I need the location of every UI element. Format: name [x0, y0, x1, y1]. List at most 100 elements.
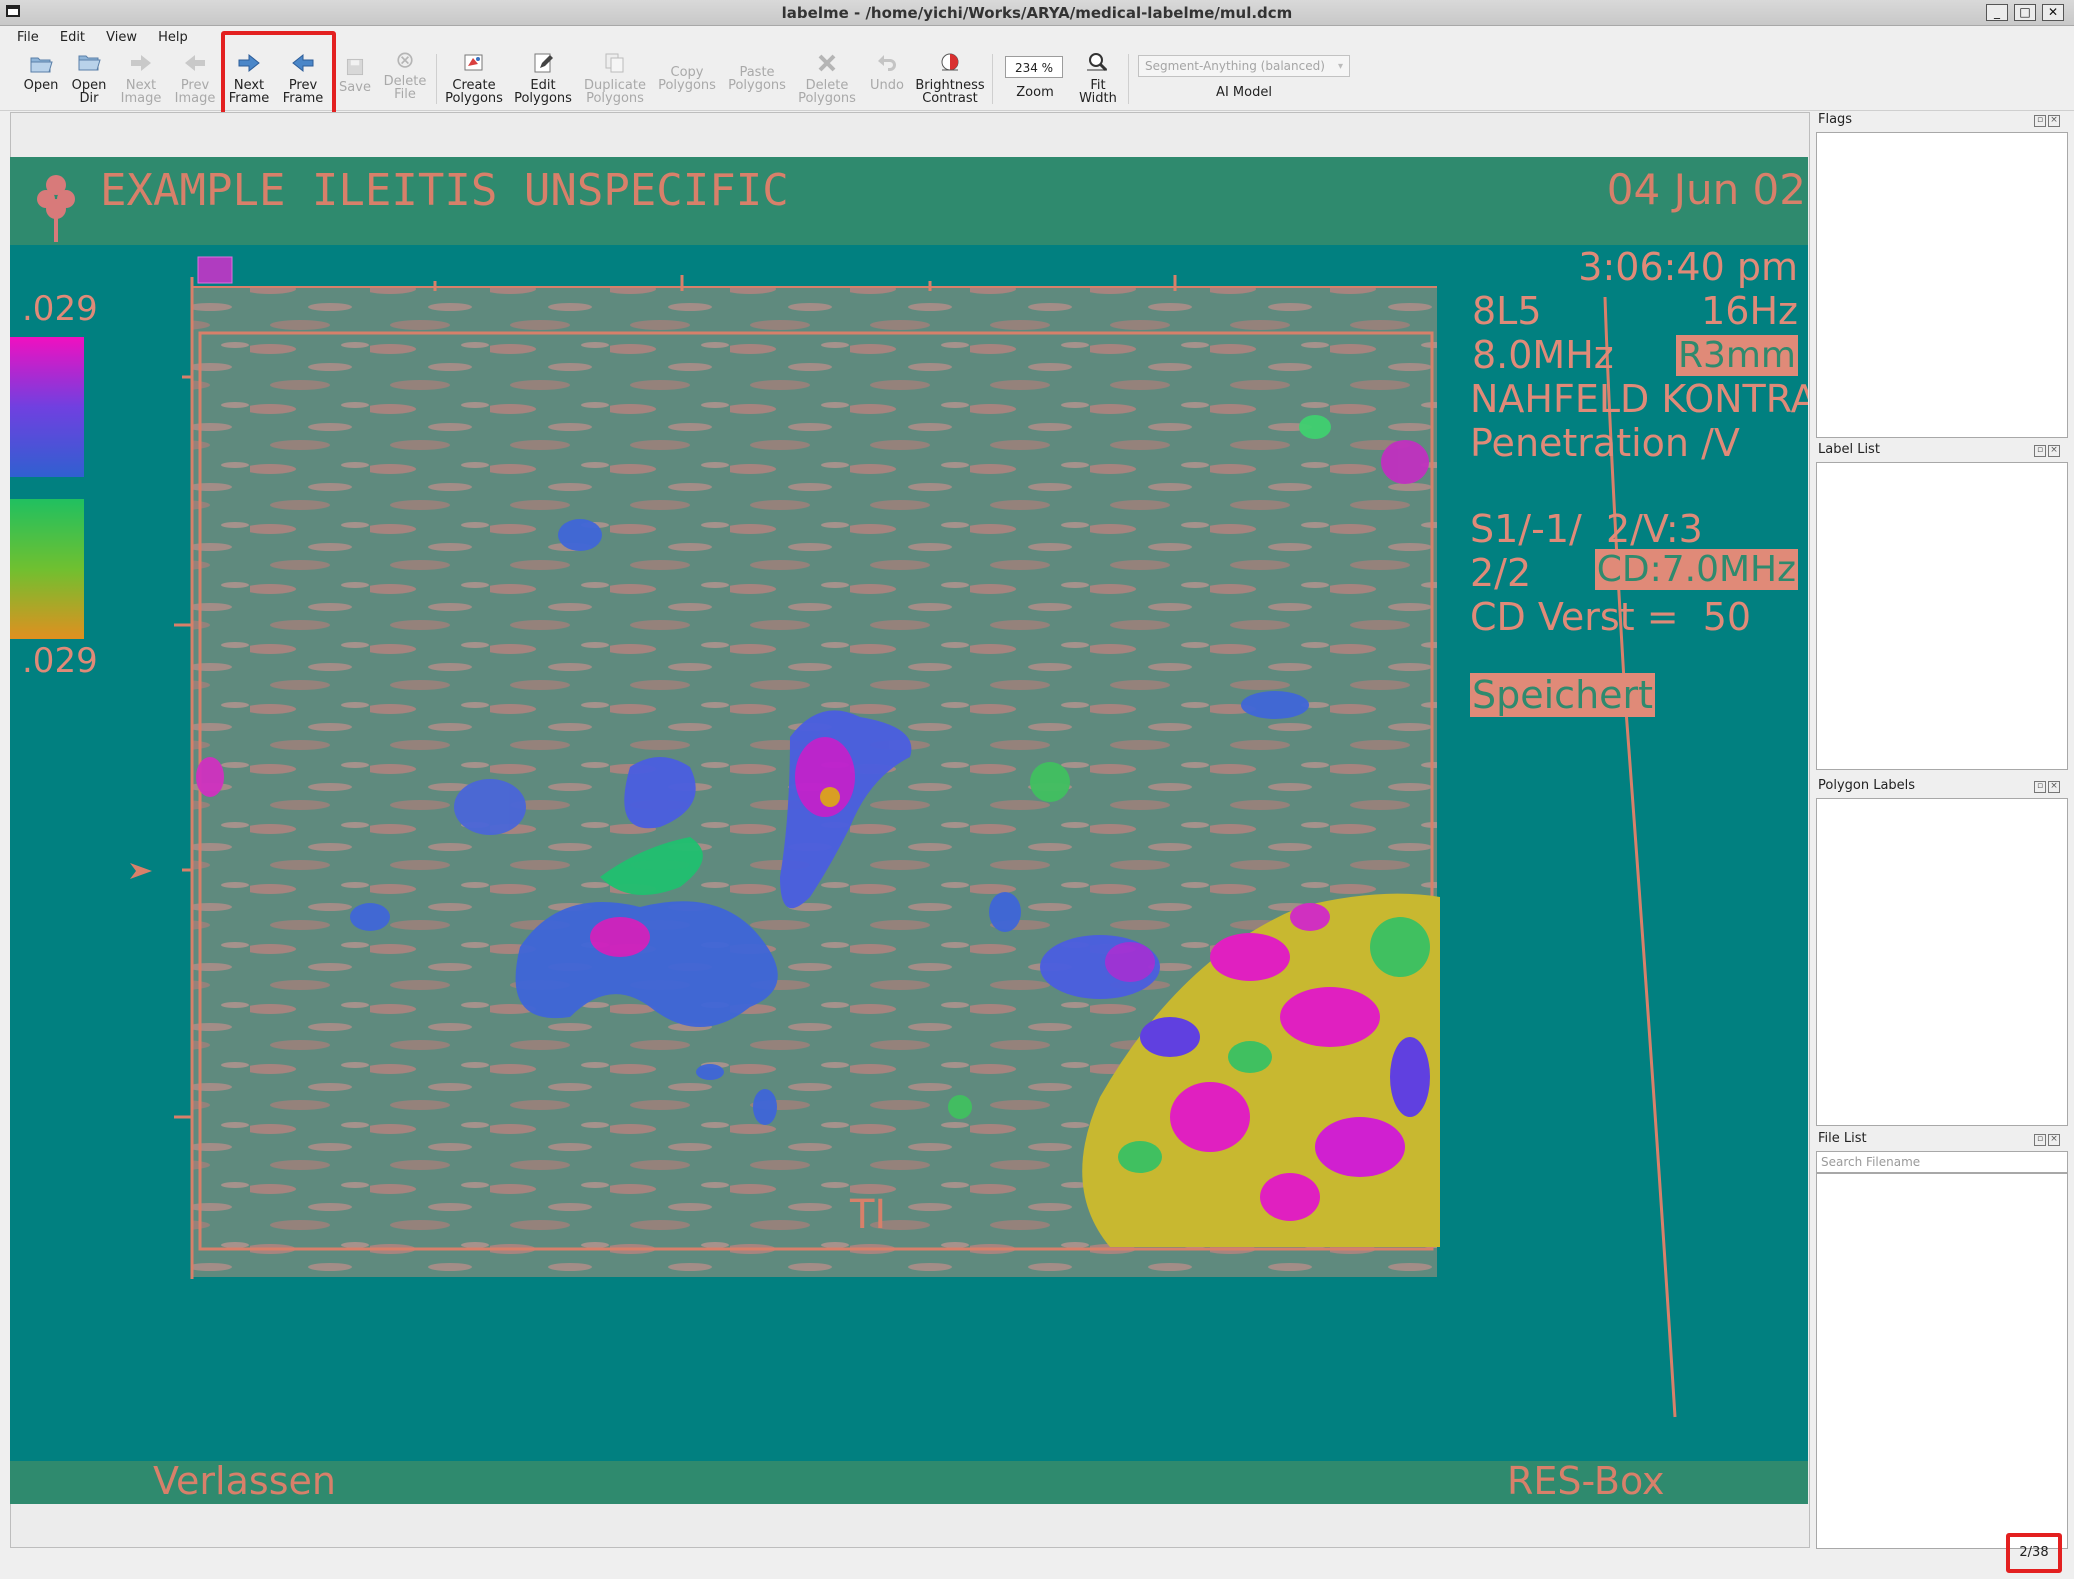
next-image-button[interactable]: Next Image — [118, 48, 164, 110]
delete-x-icon — [818, 54, 836, 72]
minimize-button[interactable]: _ — [1986, 4, 2008, 21]
contrast-label: Contrast — [922, 91, 978, 106]
exam-title: EXAMPLE ILEITIS UNSPECIFIC — [100, 165, 789, 216]
float-icon[interactable]: ▫ — [2034, 1134, 2046, 1146]
exit-label: Verlassen — [153, 1459, 336, 1503]
open-button[interactable]: Open — [18, 48, 64, 110]
close-button[interactable]: ✕ — [2042, 4, 2064, 21]
undo-label: Undo — [870, 78, 904, 93]
create-polygon-icon — [464, 54, 483, 71]
fraction-value: 2/2 — [1470, 551, 1532, 595]
delete-polygons-button[interactable]: Delete Polygons — [796, 48, 858, 110]
close-icon[interactable]: × — [2048, 445, 2060, 457]
save-label: Save — [339, 80, 371, 95]
edit-polygons-label-2: Polygons — [514, 91, 572, 106]
status-bar — [0, 1550, 2074, 1579]
dicom-image[interactable]: EXAMPLE ILEITIS UNSPECIFIC 04 Jun 02 3:0… — [10, 157, 1808, 1504]
float-icon[interactable]: ▫ — [2034, 115, 2046, 127]
open-label: Open — [23, 78, 59, 93]
frame-buttons-highlight — [221, 31, 336, 117]
window-title: labelme - /home/yichi/Works/ARYA/medical… — [781, 4, 1293, 22]
maximize-button[interactable]: □ — [2014, 4, 2036, 21]
polygon-labels-title: Polygon Labels — [1818, 778, 1916, 793]
save-button[interactable]: Save — [336, 48, 374, 110]
paste-polygons-label-2: Polygons — [728, 78, 786, 93]
menu-edit[interactable]: Edit — [60, 30, 85, 45]
undo-icon — [878, 55, 896, 71]
fit-width-button[interactable]: Fit Width — [1074, 48, 1122, 110]
edit-polygons-button[interactable]: Edit Polygons — [514, 48, 572, 110]
close-icon[interactable]: × — [2048, 115, 2060, 127]
search-filename-input[interactable]: Search Filename — [1816, 1151, 2068, 1173]
ai-model-value: Segment-Anything (balanced) — [1145, 59, 1325, 73]
save-icon — [346, 58, 364, 76]
delete-polygons-label-2: Polygons — [798, 91, 856, 106]
toolbar-separator — [1128, 54, 1129, 104]
saved-badge: Speichert — [1470, 673, 1656, 717]
polygon-labels-list[interactable] — [1816, 798, 2068, 1126]
exam-date: 04 Jun 02 — [1606, 165, 1806, 214]
mode-penetration: Penetration /V — [1470, 421, 1740, 465]
chevron-down-icon: ▾ — [1337, 61, 1343, 72]
ti-marker: TI — [850, 1192, 887, 1238]
float-icon[interactable]: ▫ — [2034, 445, 2046, 457]
fit-width-label-2: Width — [1079, 91, 1117, 106]
brightness-contrast-button[interactable]: Brightness Contrast — [914, 48, 986, 110]
arrow-left-icon — [185, 55, 205, 71]
flags-title: Flags — [1818, 112, 1853, 127]
menu-view[interactable]: View — [106, 30, 137, 45]
copy-polygons-label-2: Polygons — [658, 78, 716, 93]
dock-controls: ▫ × — [2032, 1133, 2060, 1146]
close-icon[interactable]: × — [2048, 781, 2060, 793]
create-polygons-label-2: Polygons — [445, 91, 503, 106]
cd-frequency-badge: CD:7.0MHz — [1594, 549, 1798, 590]
brightness-contrast-icon — [941, 53, 959, 71]
delete-circle-icon — [397, 52, 413, 68]
settings-line: S1/-1/ 2/V:3 — [1470, 507, 1703, 551]
next-image-label-2: Image — [120, 91, 162, 106]
edit-pencil-icon — [534, 53, 553, 73]
resolution-badge: R3mm — [1675, 335, 1798, 376]
ai-model-label: AI Model — [1216, 85, 1272, 100]
delete-file-button[interactable]: Delete File — [382, 48, 428, 110]
float-icon[interactable]: ▫ — [2034, 781, 2046, 793]
create-polygons-button[interactable]: Create Polygons — [444, 48, 504, 110]
exam-time: 3:06:40 pm — [1578, 245, 1798, 289]
cd-gain: CD Verst = 50 — [1470, 595, 1752, 639]
flags-list[interactable] — [1816, 132, 2068, 438]
paste-polygons-button[interactable]: Paste Polygons — [726, 48, 788, 110]
prev-image-label-2: Image — [174, 91, 216, 106]
duplicate-polygons-button[interactable]: Duplicate Polygons — [582, 48, 648, 110]
polygon-labels-dock: Polygon Labels ▫ × — [1812, 778, 2074, 1128]
menu-file[interactable]: File — [17, 30, 39, 45]
scale-top-value: .029 — [22, 289, 98, 329]
undo-button[interactable]: Undo — [866, 48, 908, 110]
folder-icon — [78, 55, 101, 71]
dock-controls: ▫ × — [2032, 114, 2060, 127]
arrow-right-icon — [131, 55, 151, 71]
file-list[interactable] — [1816, 1173, 2068, 1549]
copy-polygons-button[interactable]: Copy Polygons — [656, 48, 718, 110]
flags-dock: Flags ▫ × — [1812, 112, 2074, 438]
ai-model-select[interactable]: Segment-Anything (balanced) ▾ — [1138, 55, 1350, 77]
frequency: 8.0MHz — [1472, 333, 1614, 377]
label-list-dock: Label List ▫ × — [1812, 442, 2074, 772]
zoom-label: Zoom — [1016, 85, 1054, 100]
toolbar-separator — [436, 54, 437, 104]
open-dir-button[interactable]: Open Dir — [66, 48, 112, 110]
label-list[interactable] — [1816, 462, 2068, 770]
duplicate-polygons-label-2: Polygons — [586, 91, 644, 106]
resbox-label: RES-Box — [1507, 1459, 1665, 1503]
fit-width-icon — [1087, 53, 1108, 72]
file-list-dock: File List ▫ × Search Filename — [1812, 1131, 2074, 1549]
menu-help[interactable]: Help — [158, 30, 188, 45]
title-bar: labelme - /home/yichi/Works/ARYA/medical… — [0, 0, 2074, 26]
close-icon[interactable]: × — [2048, 1134, 2060, 1146]
delete-file-label-2: File — [394, 87, 416, 102]
label-list-title: Label List — [1818, 442, 1880, 457]
prev-image-button[interactable]: Prev Image — [172, 48, 218, 110]
open-folder-icon — [30, 57, 53, 73]
probe-label: 8L5 — [1472, 289, 1542, 333]
zoom-input[interactable]: 234 % — [1005, 56, 1063, 78]
toolbar-separator — [992, 54, 993, 104]
